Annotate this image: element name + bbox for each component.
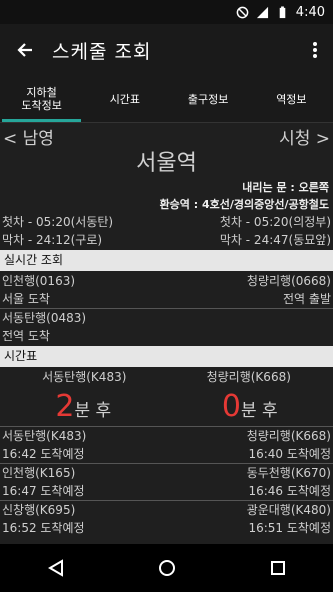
next-left-dest: 서동탄행(K483) [42,370,127,384]
tab-label: 역정보 [276,92,307,106]
tab-label: 지하철 [26,86,57,99]
tab-bar: 지하철 도착정보 시간표 출구정보 역정보 [0,76,333,123]
last-train-row: 막차 - 24:12(구로) 막차 - 24:47(동묘앞) [0,231,333,249]
countdown-unit: 분 후 [240,400,278,421]
timetable-right-train: 청량리행(K668) [246,429,331,443]
more-vert-icon [313,42,317,58]
back-triangle-icon[interactable] [47,559,65,577]
page-title: 스케줄 조회 [52,40,152,63]
left-countdown: 2 [55,388,75,424]
timetable-left-train: 서동탄행(K483) [2,429,87,443]
status-bar: 4:40 [0,0,333,24]
do-not-disturb-icon [236,6,249,18]
prev-station-link[interactable]: < 남영 [3,124,54,149]
tab-timetable[interactable]: 시간표 [83,76,166,122]
tab-label: 도착정보 [21,99,62,112]
right-countdown: 0 [221,388,241,424]
timetable-row: 16:47 도착예정 16:46 도착예정 [0,482,333,500]
tab-label: 시간표 [109,92,141,106]
realtime-left-train: 서동탄행(0483) [2,311,87,325]
timetable-right-time: 16:40 도착예정 [248,447,331,461]
back-arrow-icon [17,43,32,57]
realtime-right-status: 전역 출발 [283,292,331,306]
realtime-row: 전역 도착 [0,327,333,345]
timetable-right-time: 16:51 도착예정 [248,521,331,535]
status-time: 4:40 [295,4,325,20]
timetable-row: 서동탄행(K483) 청량리행(K668) [0,427,333,445]
realtime-section-header: 실시간 조회 [0,250,333,271]
tab-exit-info[interactable]: 출구정보 [167,76,250,122]
timetable-row: 16:52 도착예정 16:51 도착예정 [0,519,333,537]
realtime-row: 서동탄행(0483) [0,309,333,327]
station-name: 서울역 [136,151,197,176]
timetable-row: 인천행(K165) 동두천행(K670) [0,464,333,482]
realtime-left-status: 서울 도착 [2,292,50,306]
realtime-right-train: 청량리행(0668) [246,274,331,288]
overflow-menu-button[interactable] [297,24,333,76]
timetable-left-time: 16:52 도착예정 [2,521,85,535]
next-train-dest-row: 서동탄행(K483) 청량리행(K668) [0,368,333,386]
home-circle-icon[interactable] [158,559,176,577]
signal-icon [256,6,268,18]
timetable-right-train: 동두천행(K670) [246,466,331,480]
system-nav-bar [0,544,333,592]
realtime-left-train: 인천행(0163) [2,274,76,288]
back-button[interactable] [0,24,52,76]
timetable-left-train: 신창행(K695) [2,503,76,517]
app-bar: 스케줄 조회 [0,24,333,76]
exit-side: 내리는 문 : 오른쪽 [242,181,329,194]
recents-square-icon[interactable] [270,560,286,576]
first-train-row: 첫차 - 05:20(서동탄) 첫차 - 05:20(의정부) [0,213,333,231]
realtime-left-status: 전역 도착 [2,329,50,343]
realtime-row: 인천행(0163) 청량리행(0668) [0,272,333,290]
first-train-left: 첫차 - 05:20(서동탄) [2,215,114,229]
timetable-left-time: 16:47 도착예정 [2,484,85,498]
tab-station-info[interactable]: 역정보 [250,76,333,122]
last-train-right: 막차 - 24:47(동묘앞) [219,233,331,247]
realtime-row: 서울 도착 전역 출발 [0,290,333,308]
next-station-link[interactable]: 시청 > [279,124,330,149]
timetable-right-time: 16:46 도착예정 [248,484,331,498]
battery-icon [279,5,286,18]
last-train-left: 막차 - 24:12(구로) [2,233,103,247]
timetable-left-train: 인천행(K165) [2,466,76,480]
tab-arrival-info[interactable]: 지하철 도착정보 [0,76,83,122]
tab-label: 출구정보 [187,92,229,106]
transfer-lines: 환승역 : 4호선/경의중앙선/공항철도 [159,198,329,211]
next-right-dest: 청량리행(K668) [206,370,291,384]
timetable-row: 16:42 도착예정 16:40 도착예정 [0,445,333,463]
countdown-row: 2분 후 0분 후 [0,386,333,426]
timetable-right-train: 광운대행(K480) [246,503,331,517]
first-train-right: 첫차 - 05:20(의정부) [219,215,331,229]
timetable-section-header: 시간표 [0,346,333,367]
timetable-row: 신창행(K695) 광운대행(K480) [0,501,333,519]
countdown-unit: 분 후 [74,400,112,421]
timetable-left-time: 16:42 도착예정 [2,447,85,461]
station-nav: < 남영 시청 > [0,123,333,149]
